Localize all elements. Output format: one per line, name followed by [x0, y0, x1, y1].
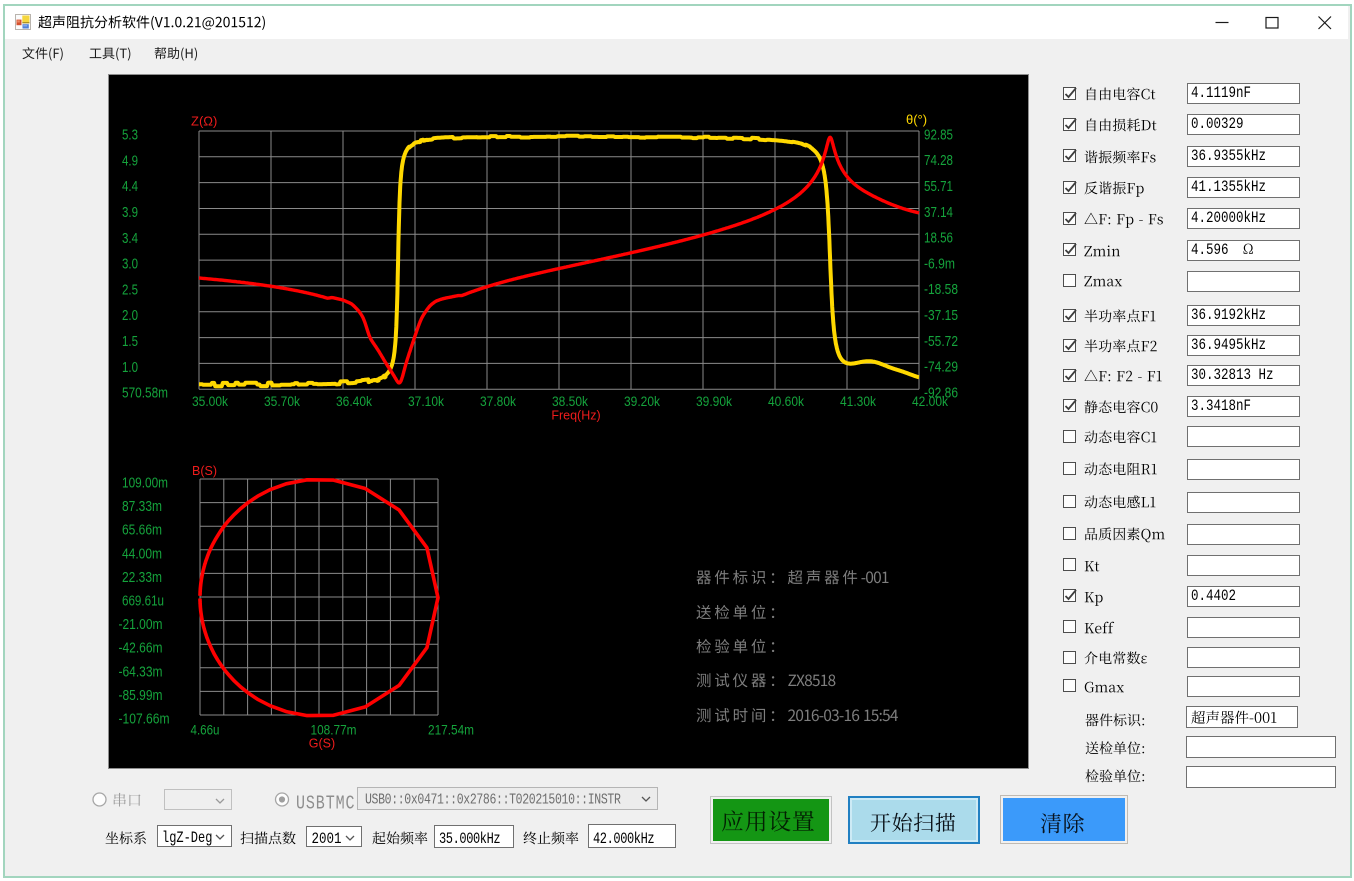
- svg-text:570.58m: 570.58m: [122, 386, 168, 402]
- svg-text:4.66u: 4.66u: [191, 723, 220, 738]
- svg-text:-37.15: -37.15: [924, 308, 958, 324]
- svg-text:-42.66m: -42.66m: [119, 641, 163, 657]
- svg-text:4.9: 4.9: [122, 153, 138, 169]
- svg-text:40.60k: 40.60k: [768, 394, 804, 409]
- svg-text:108.77m: 108.77m: [311, 723, 357, 738]
- svg-text:22.33m: 22.33m: [122, 570, 162, 586]
- svg-text:37.14: 37.14: [924, 205, 953, 221]
- svg-text:39.20k: 39.20k: [624, 394, 660, 409]
- svg-text:109.00m: 109.00m: [122, 476, 168, 492]
- svg-text:55.71: 55.71: [924, 179, 953, 195]
- svg-text:38.50k: 38.50k: [552, 394, 588, 409]
- svg-text:1.5: 1.5: [122, 334, 138, 350]
- svg-text:217.54m: 217.54m: [428, 723, 474, 738]
- svg-text:θ(°): θ(°): [906, 112, 927, 127]
- svg-text:B(S): B(S): [192, 464, 217, 478]
- svg-text:669.61u: 669.61u: [122, 594, 164, 610]
- svg-text:39.90k: 39.90k: [696, 394, 732, 409]
- svg-text:5.3: 5.3: [122, 128, 138, 144]
- svg-text:-74.29: -74.29: [924, 360, 958, 376]
- svg-text:18.56: 18.56: [924, 231, 953, 247]
- svg-text:-64.33m: -64.33m: [119, 664, 163, 680]
- svg-text:35.70k: 35.70k: [264, 394, 300, 409]
- svg-text:Z(Ω): Z(Ω): [191, 114, 217, 129]
- svg-text:-85.99m: -85.99m: [119, 688, 163, 704]
- svg-text:92.85: 92.85: [924, 127, 953, 143]
- svg-text:42.00k: 42.00k: [912, 394, 948, 409]
- svg-text:36.40k: 36.40k: [336, 394, 372, 409]
- svg-text:65.66m: 65.66m: [122, 523, 162, 539]
- svg-text:41.30k: 41.30k: [840, 394, 876, 409]
- svg-text:-21.00m: -21.00m: [119, 617, 163, 633]
- svg-text:3.4: 3.4: [122, 231, 138, 247]
- svg-text:-18.58: -18.58: [924, 282, 958, 298]
- svg-text:-55.72: -55.72: [924, 334, 958, 350]
- svg-text:74.28: 74.28: [924, 153, 953, 169]
- svg-text:Freq(Hz): Freq(Hz): [551, 409, 600, 423]
- svg-text:37.80k: 37.80k: [480, 394, 516, 409]
- svg-text:-6.9m: -6.9m: [924, 256, 955, 272]
- svg-text:G(S): G(S): [309, 737, 335, 751]
- svg-text:2.0: 2.0: [122, 308, 138, 324]
- svg-text:44.00m: 44.00m: [122, 546, 162, 562]
- svg-text:4.4: 4.4: [122, 179, 138, 195]
- svg-text:37.10k: 37.10k: [408, 394, 444, 409]
- svg-text:3.9: 3.9: [122, 205, 138, 221]
- svg-text:1.0: 1.0: [122, 360, 138, 376]
- svg-text:-107.66m: -107.66m: [119, 712, 170, 728]
- svg-text:2.5: 2.5: [122, 282, 138, 298]
- svg-text:87.33m: 87.33m: [122, 499, 162, 515]
- svg-text:3.0: 3.0: [122, 257, 138, 273]
- svg-text:35.00k: 35.00k: [192, 394, 228, 409]
